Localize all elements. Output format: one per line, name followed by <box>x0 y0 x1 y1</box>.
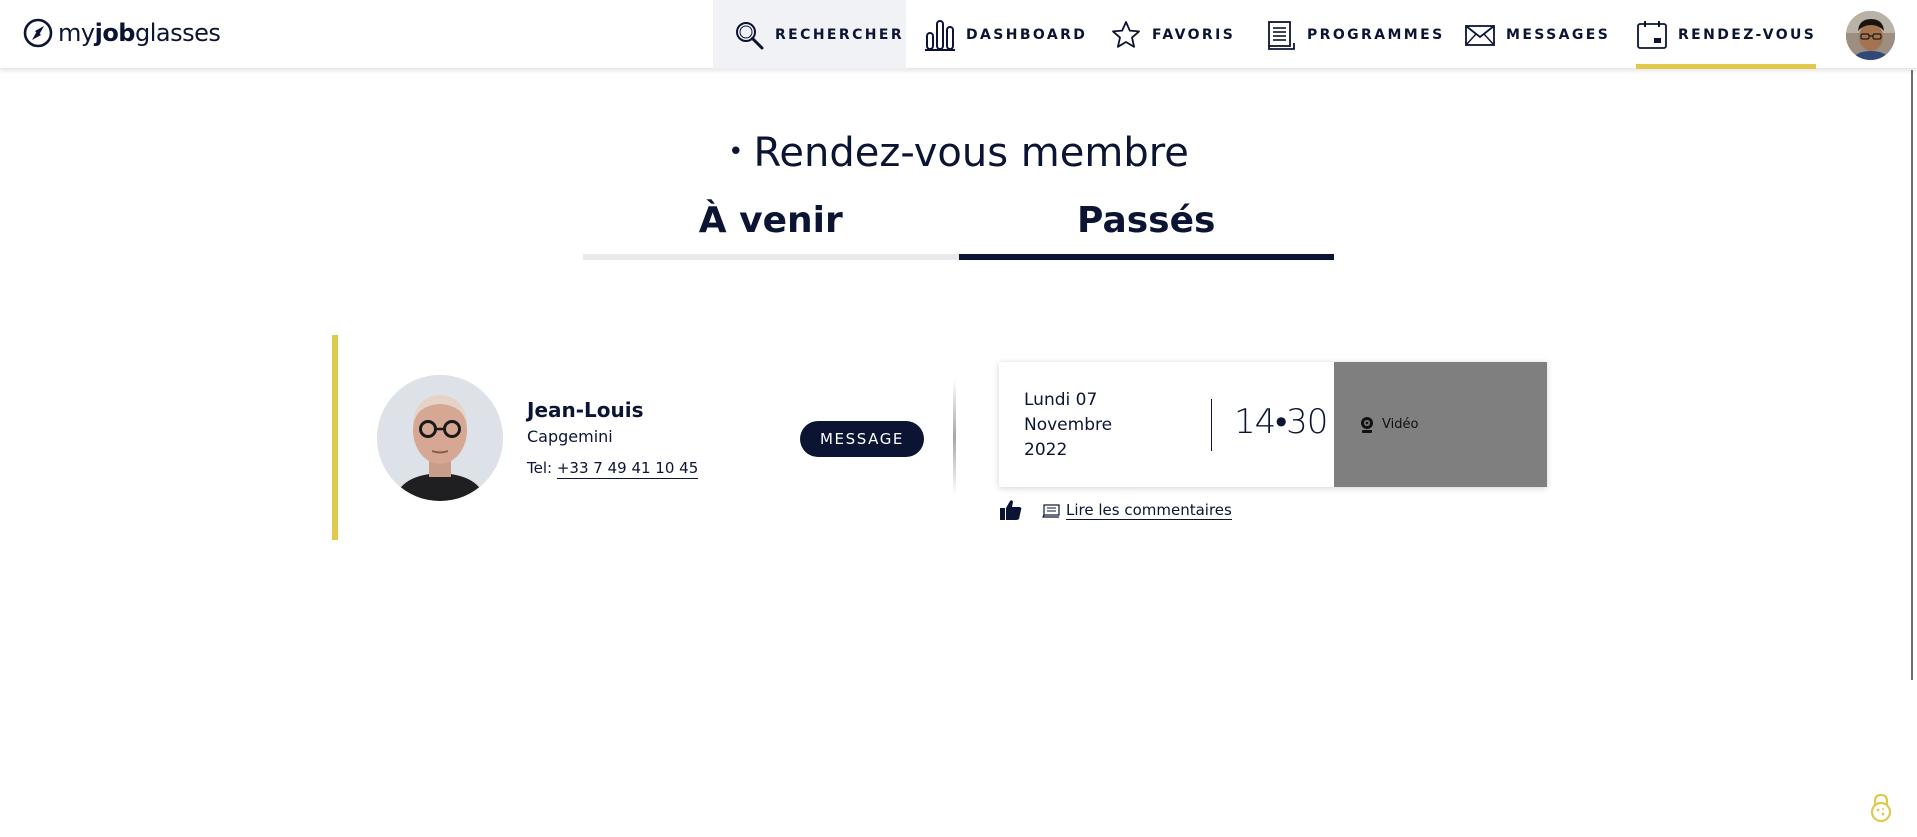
card-divider <box>953 379 956 495</box>
video-mode-panel: Vidéo <box>1334 362 1547 487</box>
star-icon <box>1112 20 1140 48</box>
appointment-tabs: À venir Passés <box>583 200 1334 260</box>
page-scrollbar[interactable] <box>1911 70 1913 680</box>
comment-icon <box>1042 503 1060 518</box>
nav-rendez-vous[interactable]: RENDEZ-VOUS <box>1636 0 1817 69</box>
appointment-card: Jean-Louis Capgemini Tel: +33 7 49 41 10… <box>332 335 1562 540</box>
thumbs-up-icon[interactable] <box>999 498 1023 522</box>
video-mode-label: Vidéo <box>1382 417 1419 432</box>
user-avatar[interactable] <box>1846 11 1895 60</box>
calendar-icon <box>1637 20 1667 49</box>
tab-a-venir[interactable]: À venir <box>583 200 959 260</box>
page-title: • Rendez-vous membre <box>0 130 1917 176</box>
time-separator <box>1211 399 1212 451</box>
nav-search-label: RECHERCHER <box>775 26 905 43</box>
nav-dashboard-label: DASHBOARD <box>966 26 1088 43</box>
user-avatar-image <box>1846 11 1895 60</box>
nav-favoris-label: FAVORIS <box>1152 26 1236 43</box>
document-list-icon <box>1268 20 1295 50</box>
date-day: Lundi 07 <box>1024 390 1098 410</box>
nav-search[interactable]: RECHERCHER <box>713 0 906 69</box>
appointment-date-box: Lundi 07 Novembre 2022 14•30 Vidéo <box>999 362 1547 487</box>
tab-passes[interactable]: Passés <box>958 200 1335 260</box>
member-phone: Tel: +33 7 49 41 10 45 <box>527 459 699 479</box>
title-bullet: • <box>728 137 744 167</box>
date-year: 2022 <box>1024 440 1068 460</box>
member-company: Capgemini <box>527 427 613 446</box>
webcam-icon <box>1361 416 1373 433</box>
member-photo <box>377 375 503 501</box>
top-navigation-bar: myjobglasses RECHERCHER DASHBOARD FAVORI… <box>0 0 1917 69</box>
bar-chart-icon <box>925 19 955 51</box>
logo-wordmark: myjobglasses <box>58 19 221 47</box>
member-photo-image <box>377 375 503 501</box>
read-comments-link[interactable]: Lire les commentaires <box>1042 501 1232 520</box>
nav-programmes-label: PROGRAMMES <box>1307 26 1445 43</box>
read-comments-label: Lire les commentaires <box>1066 501 1232 520</box>
nav-messages-label: MESSAGES <box>1506 26 1611 43</box>
appointment-date: Lundi 07 Novembre 2022 <box>1024 388 1154 463</box>
nav-messages[interactable]: MESSAGES <box>1464 0 1610 69</box>
nav-favoris[interactable]: FAVORIS <box>1110 0 1235 69</box>
myjobglasses-logo[interactable]: myjobglasses <box>22 17 221 49</box>
phone-link[interactable]: +33 7 49 41 10 45 <box>556 459 699 479</box>
cookie-lock-icon[interactable] <box>1868 792 1894 822</box>
page-title-text: Rendez-vous membre <box>753 130 1189 176</box>
nav-rendez-vous-label: RENDEZ-VOUS <box>1678 26 1817 43</box>
message-button[interactable]: MESSAGE <box>800 421 924 457</box>
search-icon <box>736 21 764 49</box>
card-accent-bar <box>332 335 338 540</box>
member-name: Jean-Louis <box>527 398 644 422</box>
envelope-icon <box>1465 24 1495 46</box>
date-month: Novembre <box>1024 415 1113 435</box>
phone-label: Tel: <box>527 459 553 477</box>
logo-compass-icon <box>23 18 53 48</box>
nav-dashboard[interactable]: DASHBOARD <box>924 0 1087 69</box>
appointment-time: 14•30 <box>1234 402 1328 442</box>
nav-programmes[interactable]: PROGRAMMES <box>1265 0 1445 69</box>
